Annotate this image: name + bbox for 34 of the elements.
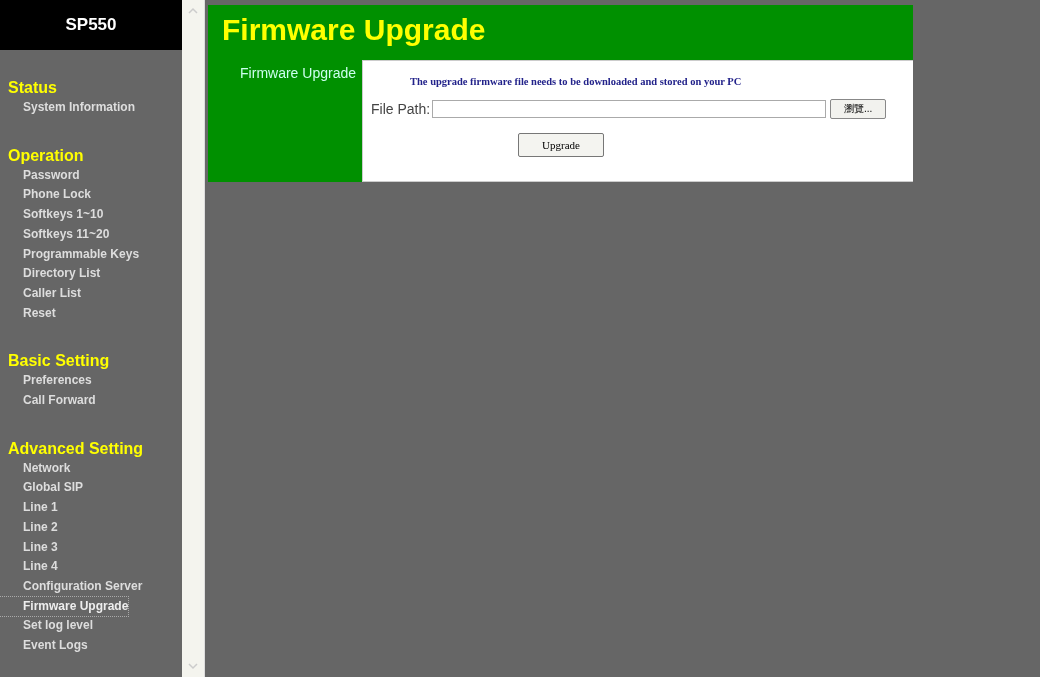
nav-link[interactable]: Line 2 [0,517,58,538]
upgrade-button[interactable]: Upgrade [518,133,604,157]
instruction-text: The upgrade firmware file needs to be downloaded and stored on your PC [410,76,742,87]
nav-link[interactable]: Line 3 [0,537,58,558]
browse-button[interactable]: 瀏覽... [830,99,887,119]
nav-link[interactable]: Programmable Keys [0,244,140,265]
nav-link[interactable]: Line 1 [0,498,58,518]
nav-link[interactable]: Directory List [0,264,101,284]
scrollbar[interactable] [182,0,205,677]
section-heading: Advanced Setting [7,438,144,459]
file-path-field[interactable] [432,100,827,118]
nav-link[interactable]: Global SIP [0,478,83,499]
field-label: File Path: [371,101,431,117]
nav-link[interactable]: Softkeys 11~20 [0,224,110,245]
nav-link[interactable]: Reset [0,303,56,324]
section-heading: Basic Setting [7,351,110,372]
nav-link[interactable]: Preferences [0,371,92,392]
nav-link[interactable]: Password [0,165,80,186]
section-heading: Operation [7,145,84,166]
page-title: Firmware Upgrade [221,12,486,48]
nav-link[interactable]: Line 4 [0,557,58,577]
nav-link[interactable]: Firmware Upgrade [0,596,129,617]
nav-link[interactable]: Network [0,458,71,479]
nav-link[interactable]: Set log level [0,616,94,637]
section-heading: Status [7,78,57,98]
nav-link[interactable]: Softkeys 1~10 [0,205,104,225]
section-label: Firmware Upgrade [239,64,357,83]
nav-link[interactable]: Configuration Server [0,576,143,597]
nav-link[interactable]: Event Logs [0,636,88,656]
logo: SP550 [0,0,182,50]
nav-link[interactable]: Phone Lock [0,185,91,206]
nav-link[interactable]: Caller List [0,283,82,304]
nav-link[interactable]: System Information [0,98,136,118]
nav-link[interactable]: Call Forward [0,391,96,411]
